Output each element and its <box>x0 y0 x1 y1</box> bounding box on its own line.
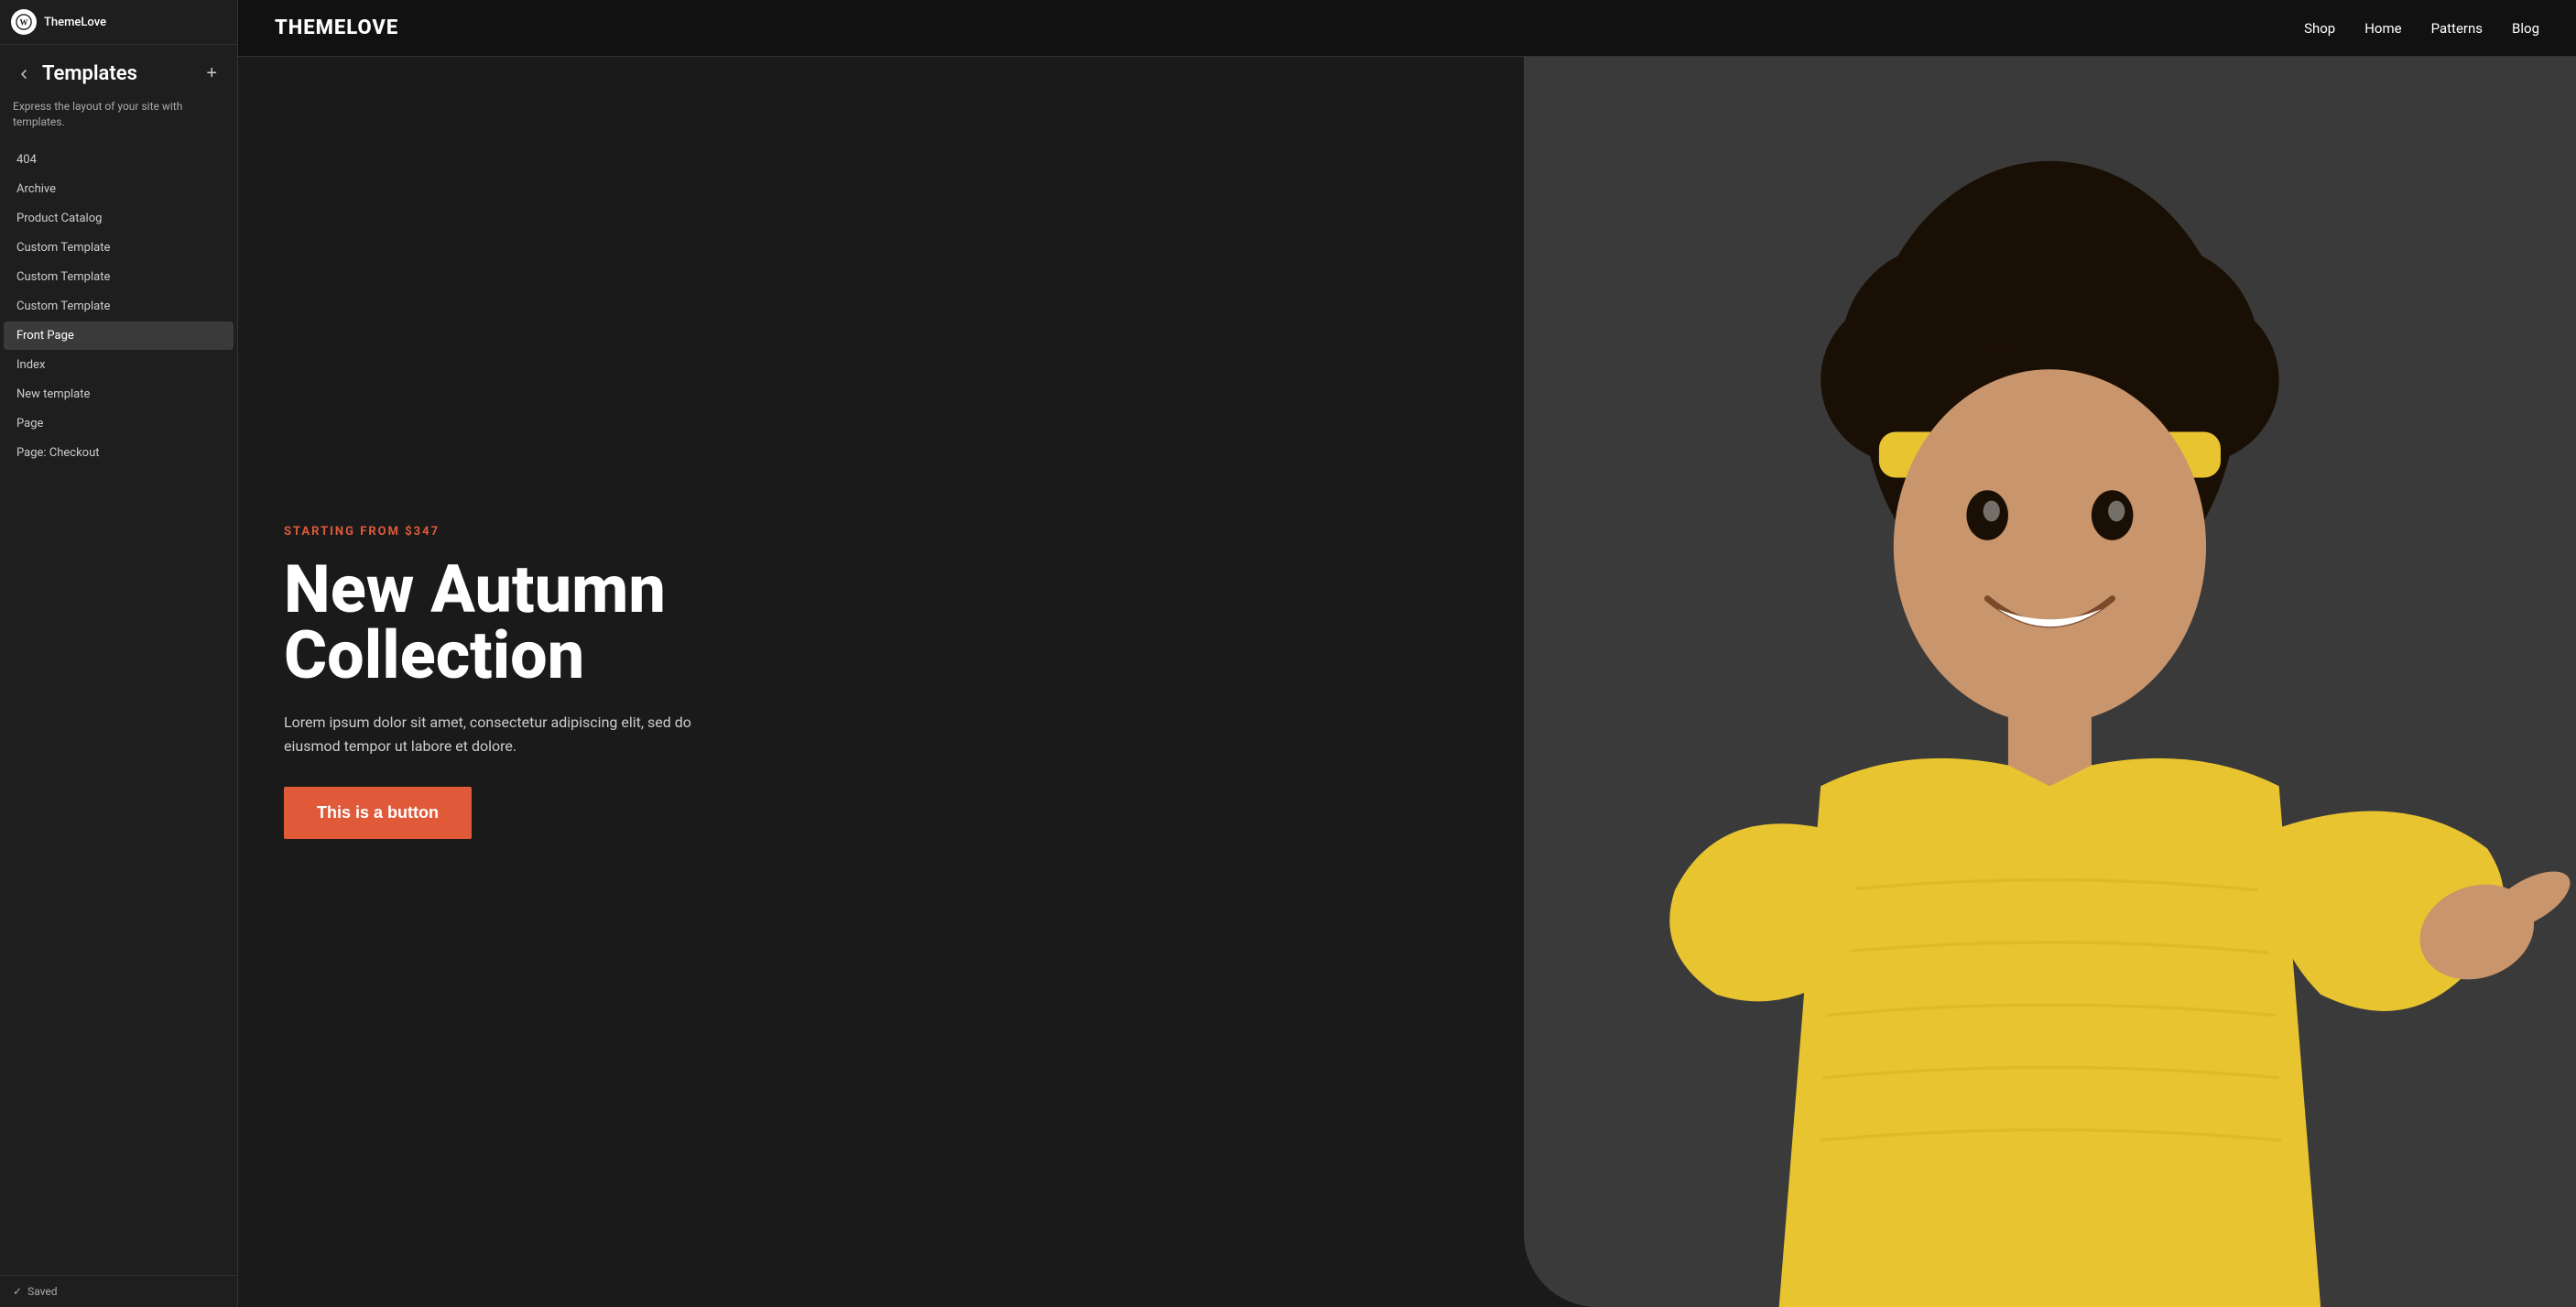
hero-title: New Autumn Collection <box>284 557 1478 689</box>
add-template-button[interactable]: + <box>199 60 224 88</box>
sidebar-item-label: Product Catalog <box>16 212 102 225</box>
sidebar-list: 404 Archive Product Catalog Custom Templ… <box>0 141 237 1275</box>
sidebar-title: Templates <box>42 62 137 85</box>
wp-logo-icon: W <box>11 9 37 35</box>
hero-section: STARTING FROM $347 New Autumn Collection… <box>238 57 2576 1307</box>
saved-status-label: Saved <box>27 1285 57 1298</box>
sidebar-item-custom-template-3[interactable]: Custom Template <box>4 292 234 321</box>
sidebar-item-label: Archive <box>16 182 56 196</box>
sidebar-item-product-catalog[interactable]: Product Catalog <box>4 204 234 233</box>
hero-woman-illustration <box>1524 57 2576 1307</box>
sidebar-item-label: Custom Template <box>16 241 110 255</box>
sidebar-top-bar: W ThemeLove <box>0 0 237 45</box>
main-content: THEMELOVE Shop Home Patterns Blog STARTI… <box>238 0 2576 1307</box>
site-header: THEMELOVE Shop Home Patterns Blog <box>238 0 2576 57</box>
sidebar-item-label: Front Page <box>16 329 74 343</box>
hero-content-left: STARTING FROM $347 New Autumn Collection… <box>238 57 1524 1307</box>
sidebar-item-new-template[interactable]: New template <box>4 380 234 408</box>
hero-body-text: Lorem ipsum dolor sit amet, consectetur … <box>284 711 723 757</box>
sidebar-item-label: Index <box>16 358 45 372</box>
sidebar-item-custom-template-2[interactable]: Custom Template <box>4 263 234 291</box>
nav-patterns[interactable]: Patterns <box>2431 20 2483 37</box>
back-button[interactable] <box>13 63 35 85</box>
sidebar-header: Templates + <box>0 45 237 95</box>
nav-shop[interactable]: Shop <box>2304 20 2335 37</box>
sidebar-item-label: Page: Checkout <box>16 446 100 460</box>
svg-text:W: W <box>20 18 28 27</box>
site-name-label: ThemeLove <box>44 16 106 29</box>
site-nav: Shop Home Patterns Blog <box>2304 20 2539 37</box>
nav-home[interactable]: Home <box>2364 20 2401 37</box>
sidebar-item-label: New template <box>16 387 90 401</box>
sidebar-item-label: 404 <box>16 153 37 167</box>
sidebar-item-page[interactable]: Page <box>4 409 234 438</box>
hero-cta-button[interactable]: This is a button <box>284 787 472 839</box>
sidebar-item-label: Page <box>16 417 43 430</box>
nav-blog[interactable]: Blog <box>2512 20 2539 37</box>
sidebar-header-left: Templates <box>13 62 137 85</box>
sidebar: W ThemeLove Templates + Express the layo… <box>0 0 238 1307</box>
hero-tagline: STARTING FROM $347 <box>284 525 1478 539</box>
sidebar-item-custom-template-1[interactable]: Custom Template <box>4 234 234 262</box>
hero-image-right <box>1524 57 2576 1307</box>
sidebar-item-archive[interactable]: Archive <box>4 175 234 203</box>
sidebar-description: Express the layout of your site with tem… <box>0 95 237 141</box>
sidebar-item-page-checkout[interactable]: Page: Checkout <box>4 439 234 467</box>
preview-area: THEMELOVE Shop Home Patterns Blog STARTI… <box>238 0 2576 1307</box>
preview-frame: THEMELOVE Shop Home Patterns Blog STARTI… <box>238 0 2576 1307</box>
sidebar-item-label: Custom Template <box>16 270 110 284</box>
sidebar-item-label: Custom Template <box>16 300 110 313</box>
saved-check-icon: ✓ <box>13 1285 22 1298</box>
sidebar-item-404[interactable]: 404 <box>4 146 234 174</box>
sidebar-item-index[interactable]: Index <box>4 351 234 379</box>
site-logo: THEMELOVE <box>275 16 398 39</box>
sidebar-footer: ✓ Saved <box>0 1275 237 1307</box>
sidebar-item-front-page[interactable]: Front Page <box>4 321 234 350</box>
